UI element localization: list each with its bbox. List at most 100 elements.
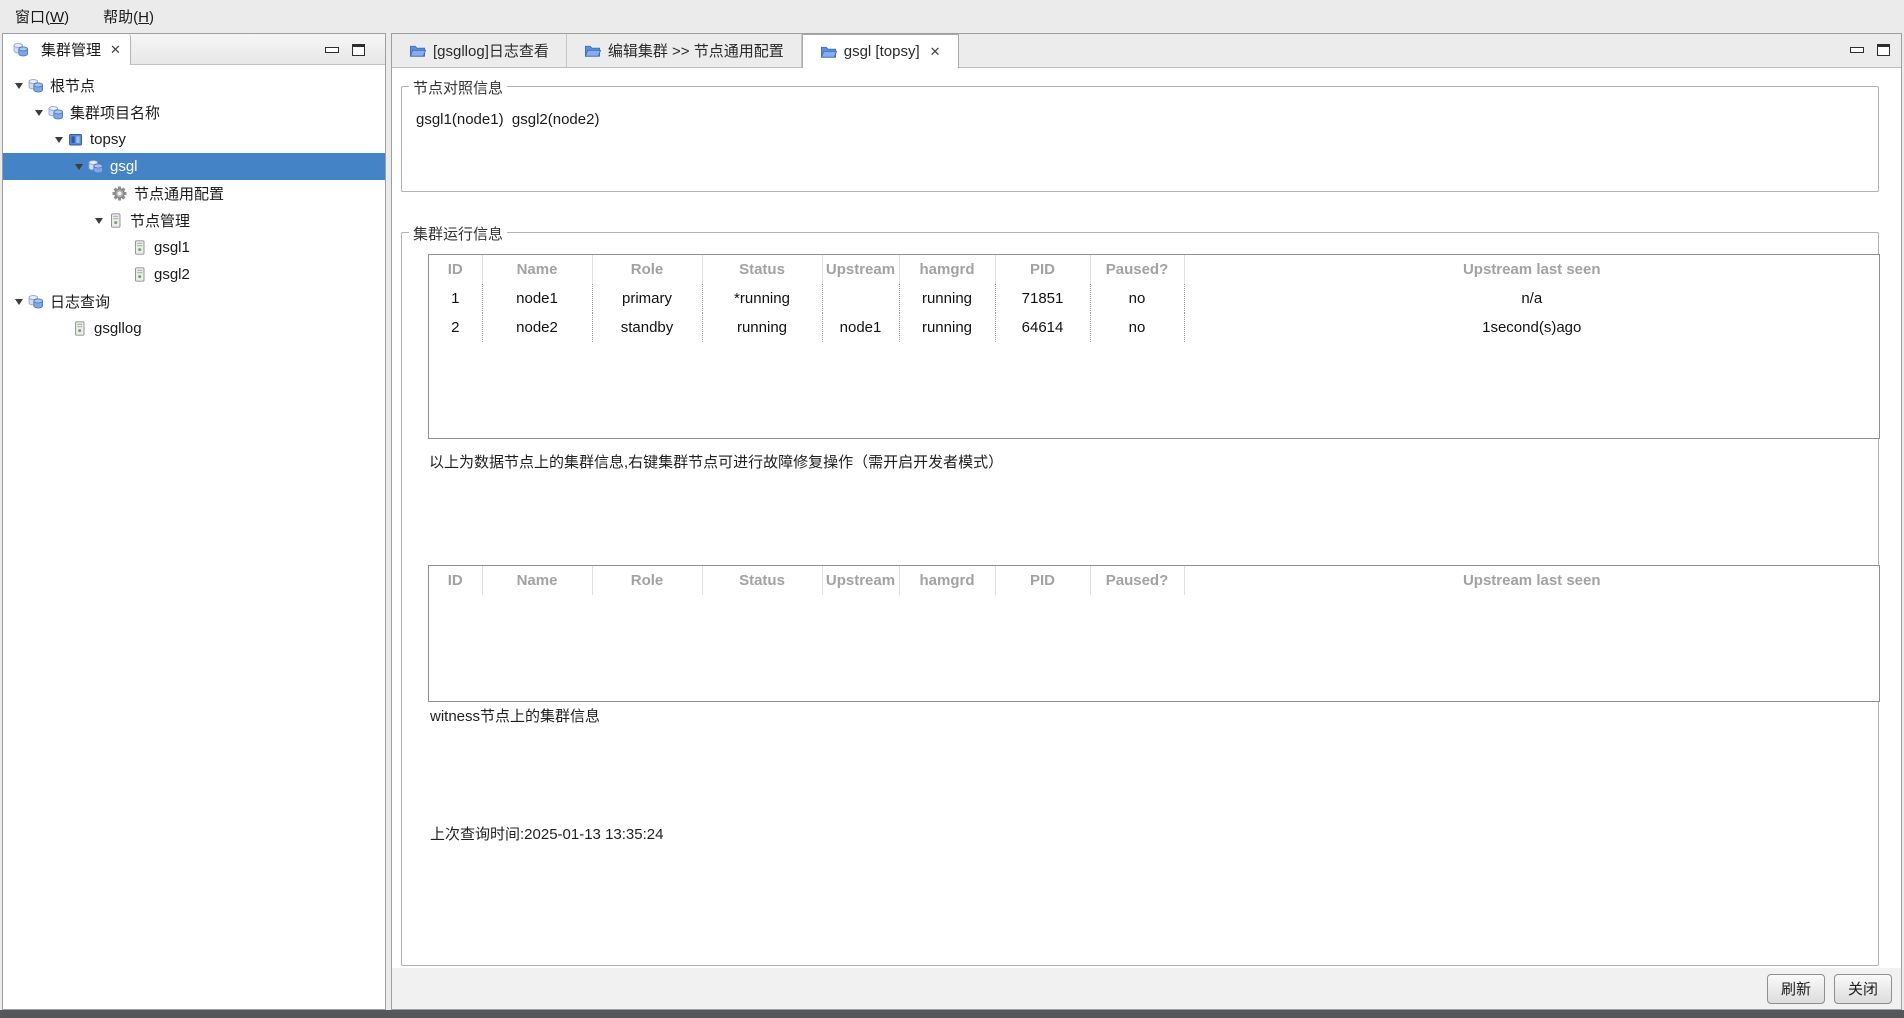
data-cluster-table: ID Name Role Status Upstream hamgrd PID … [428,254,1880,439]
column-header[interactable]: Upstream [822,255,900,284]
tree-item-cluster-project-name[interactable]: 集群项目名称 [3,99,385,126]
column-header[interactable]: hamgrd [899,255,996,284]
minimize-icon[interactable] [1850,46,1864,53]
cell: 64614 [995,313,1091,342]
tab-gsgl-topsy[interactable]: gsgl [topsy] ✕ [801,34,959,68]
button-bar: 刷新 关闭 [392,968,1901,1009]
column-header[interactable]: Status [702,566,823,595]
groupbox-title: 集群运行信息 [409,223,508,244]
server-icon [131,266,148,283]
table-row[interactable]: 2 node2 standby running node1 running 64… [429,313,1879,342]
menu-text: 窗口( [15,8,50,26]
server-icon [107,212,124,229]
cell: standby [592,313,703,342]
folder-icon [584,42,601,59]
expander-arrow-icon[interactable] [11,299,27,305]
folder-icon [820,43,837,60]
view-window-controls [325,34,365,65]
tab-label: [gsgllog]日志查看 [433,43,549,60]
minimize-icon[interactable] [325,46,339,53]
server-icon [131,239,148,256]
tree-item-gsgl1[interactable]: gsgl1 [3,234,385,261]
cluster-management-view: 集群管理 ✕ 根节点 集群项目名称 topsy gsgl 节点通用配置 节点管理… [2,33,386,1010]
close-icon[interactable]: ✕ [110,43,121,56]
tree-item-label: 日志查询 [50,294,111,311]
tree-item-label: 节点通用配置 [134,186,225,203]
column-header[interactable]: Role [592,255,703,284]
tree-item-label: 集群项目名称 [70,105,161,122]
cell: 1 [429,284,483,313]
expander-arrow-icon[interactable] [11,83,27,89]
refresh-button[interactable]: 刷新 [1766,973,1825,1004]
tree-item-label: topsy [90,131,126,148]
editor-content: 节点对照信息 gsgl1(node1) gsgl2(node2) 集群运行信息 … [392,68,1901,968]
column-header[interactable]: Upstream last seen [1184,566,1879,595]
maximize-icon[interactable] [1877,43,1890,56]
expander-arrow-icon[interactable] [91,218,107,224]
cluster-grid-icon [67,131,84,148]
database-icon [12,41,29,58]
cell: *running [702,284,823,313]
tree-item-gsgl[interactable]: gsgl [3,153,385,180]
column-header[interactable]: Paused? [1090,255,1185,284]
node-pair-text: gsgl1(node1) gsgl2(node2) [416,111,600,128]
editor-tab-bar: [gsgllog]日志查看 编辑集群 >> 节点通用配置 gsgl [topsy… [392,34,1901,68]
expander-arrow-icon[interactable] [71,164,87,170]
column-header[interactable]: ID [429,255,483,284]
tree-item-topsy[interactable]: topsy [3,126,385,153]
close-icon[interactable]: ✕ [930,45,941,58]
tree-item-log-query[interactable]: 日志查询 [3,288,385,315]
menu-mnemonic: W [50,8,65,26]
cell: node2 [482,313,593,342]
tree-item-gsgl2[interactable]: gsgl2 [3,261,385,288]
menu-item-help[interactable]: 帮助(H) [98,3,159,30]
menu-bar: 窗口(W) 帮助(H) [0,0,1904,32]
column-header[interactable]: PID [995,255,1091,284]
cell: node1 [482,284,593,313]
column-header[interactable]: Paused? [1090,566,1185,595]
tree-item-node-common-config[interactable]: 节点通用配置 [3,180,385,207]
expander-arrow-icon[interactable] [31,110,47,116]
cluster-info-groupbox: 集群运行信息 ID Name Role Status Upstream hamg… [401,223,1880,966]
node-info-groupbox: 节点对照信息 gsgl1(node1) gsgl2(node2) [401,77,1879,192]
server-icon [71,320,88,337]
table-row[interactable]: 1 node1 primary *running running 71851 n… [429,284,1879,313]
folder-icon [409,42,426,59]
data-node-note: 以上为数据节点上的集群信息,右键集群节点可进行故障修复操作（需开启开发者模式） [429,454,1004,471]
cell: running [899,284,996,313]
last-query-time: 上次查询时间:2025-01-13 13:35:24 [430,826,664,843]
menu-mnemonic: H [138,8,150,26]
column-header[interactable]: Status [702,255,823,284]
view-tab-label: 集群管理 [41,42,102,59]
tree-item-label: gsgllog [94,320,142,337]
menu-text: ) [64,8,70,26]
column-header[interactable]: PID [995,566,1091,595]
editor-area: [gsgllog]日志查看 编辑集群 >> 节点通用配置 gsgl [topsy… [391,33,1902,1010]
menu-item-window[interactable]: 窗口(W) [10,3,74,30]
column-header[interactable]: ID [429,566,483,595]
close-button[interactable]: 关闭 [1833,973,1892,1004]
table-header-row: ID Name Role Status Upstream hamgrd PID … [429,566,1879,595]
cell: node1 [822,313,900,342]
tree-item-root[interactable]: 根节点 [3,72,385,99]
expander-arrow-icon[interactable] [51,137,67,143]
maximize-icon[interactable] [352,43,365,56]
tab-label: 编辑集群 >> 节点通用配置 [607,43,784,60]
cell: 2 [429,313,483,342]
column-header[interactable]: hamgrd [899,566,996,595]
tree-item-gsgllog[interactable]: gsgllog [3,315,385,342]
tab-edit-cluster-node-config[interactable]: 编辑集群 >> 节点通用配置 [567,34,802,67]
cluster-tree: 根节点 集群项目名称 topsy gsgl 节点通用配置 节点管理 gsgl1 … [3,65,385,1009]
column-header[interactable]: Upstream [822,566,900,595]
view-tab-cluster-management[interactable]: 集群管理 ✕ [3,34,131,65]
table-header-row: ID Name Role Status Upstream hamgrd PID … [429,255,1879,284]
column-header[interactable]: Role [592,566,703,595]
view-header: 集群管理 ✕ [3,34,385,65]
column-header[interactable]: Upstream last seen [1184,255,1879,284]
menu-text: 帮助( [103,8,139,26]
column-header[interactable]: Name [482,566,593,595]
gear-icon [111,185,128,202]
column-header[interactable]: Name [482,255,593,284]
tab-gsgllog-log-view[interactable]: [gsgllog]日志查看 [392,34,567,67]
tree-item-node-management[interactable]: 节点管理 [3,207,385,234]
